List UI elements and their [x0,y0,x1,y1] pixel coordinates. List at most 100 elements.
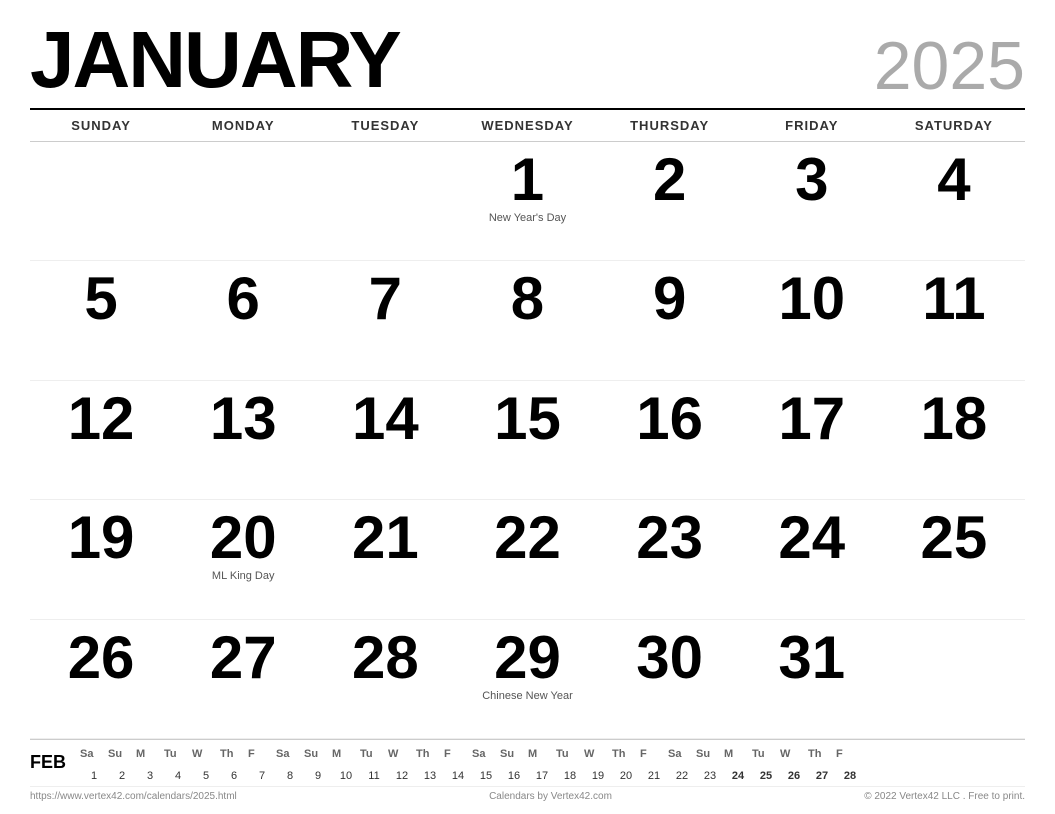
mini-date-cell: 5 [192,770,220,782]
holiday-label: ML King Day [212,570,275,583]
mini-header-cell: Th [612,748,640,760]
day-header-sunday: SUNDAY [30,114,172,137]
day-cell: 3 [741,142,883,260]
day-number: 19 [68,508,135,568]
day-number: 0 [227,150,260,210]
day-number: 25 [921,508,988,568]
day-cell: 19 [30,500,172,618]
mini-date-cell: 27 [808,770,836,782]
mini-header-cell: Sa [472,748,500,760]
holiday-label: Chinese New Year [482,690,573,703]
mini-date-cell: 21 [640,770,668,782]
week-row-2: 12131415161718 [30,381,1025,500]
mini-date-cell: 9 [304,770,332,782]
day-number: 16 [636,389,703,449]
day-cell: 18 [883,381,1025,499]
month-title: JANUARY [30,20,400,100]
day-number: 29 [494,628,561,688]
mini-date-cell: 11 [360,770,388,782]
day-cell: 24 [741,500,883,618]
day-number: 1 [511,150,544,210]
day-cell: 4 [883,142,1025,260]
day-headers: SUNDAYMONDAYTUESDAYWEDNESDAYTHURSDAYFRID… [30,108,1025,142]
day-cell: 15 [456,381,598,499]
day-number: 11 [922,269,985,329]
year-title: 2025 [874,32,1025,100]
mini-date-cell: 16 [500,770,528,782]
day-header-friday: FRIDAY [741,114,883,137]
mini-date-cell: 25 [752,770,780,782]
day-header-tuesday: TUESDAY [314,114,456,137]
footer: https://www.vertex42.com/calendars/2025.… [30,786,1025,804]
week-row-1: 567891011 [30,261,1025,380]
mini-header-cell: Tu [752,748,780,760]
mini-date-cell: 8 [276,770,304,782]
mini-date-cell: 13 [416,770,444,782]
day-cell: 0 [314,142,456,260]
day-number: 26 [68,628,135,688]
mini-header-cell: M [136,748,164,760]
day-number: 21 [352,508,419,568]
day-number: 8 [511,269,544,329]
calendar-container: JANUARY 2025 SUNDAYMONDAYTUESDAYWEDNESDA… [0,0,1055,814]
mini-calendar-section: FEB SaSuMTuWThFSaSuMTuWThFSaSuMTuWThFSaS… [30,739,1025,786]
day-header-wednesday: WEDNESDAY [456,114,598,137]
day-number: 20 [210,508,277,568]
mini-header-cell: Sa [276,748,304,760]
mini-header-cell: Su [500,748,528,760]
header: JANUARY 2025 [30,20,1025,100]
mini-header-cell: M [332,748,360,760]
footer-left: https://www.vertex42.com/calendars/2025.… [30,791,237,802]
day-number: 17 [778,389,845,449]
day-number: 28 [352,628,419,688]
day-number: 6 [227,269,260,329]
mini-date-cell: 1 [80,770,108,782]
day-cell: 14 [314,381,456,499]
mini-date-cell: 4 [164,770,192,782]
day-number: 2 [653,150,686,210]
mini-header-cell: W [584,748,612,760]
day-cell: 30 [599,620,741,738]
mini-date-cell: 15 [472,770,500,782]
mini-grid: SaSuMTuWThFSaSuMTuWThFSaSuMTuWThFSaSuMTu… [80,748,1025,782]
footer-center: Calendars by Vertex42.com [489,791,612,802]
mini-date-cell: 22 [668,770,696,782]
day-number: 12 [68,389,135,449]
mini-date-cell: 19 [584,770,612,782]
day-cell: 0 [883,620,1025,738]
day-cell: 5 [30,261,172,379]
mini-header-cell: W [780,748,808,760]
day-cell: 26 [30,620,172,738]
mini-date-cell: 18 [556,770,584,782]
day-cell: 20 ML King Day [172,500,314,618]
day-cell: 23 [599,500,741,618]
day-cell: 21 [314,500,456,618]
mini-date-cell: 26 [780,770,808,782]
day-cell: 2 [599,142,741,260]
mini-date-cell: 3 [136,770,164,782]
day-cell: 27 [172,620,314,738]
mini-headers-row: SaSuMTuWThFSaSuMTuWThFSaSuMTuWThFSaSuMTu… [80,748,1025,768]
day-number: 4 [937,150,970,210]
day-number: 23 [636,508,703,568]
day-number: 9 [653,269,686,329]
day-cell: 9 [599,261,741,379]
holiday-label: New Year's Day [489,212,566,225]
calendar-grid: SUNDAYMONDAYTUESDAYWEDNESDAYTHURSDAYFRID… [30,108,1025,739]
mini-header-cell: Su [304,748,332,760]
mini-header-cell: F [640,748,668,760]
mini-date-cell: 14 [444,770,472,782]
day-cell: 7 [314,261,456,379]
day-cell: 31 [741,620,883,738]
day-cell: 12 [30,381,172,499]
day-cell: 6 [172,261,314,379]
mini-header-cell: M [724,748,752,760]
day-number: 18 [921,389,988,449]
day-number: 31 [778,628,845,688]
mini-date-cell: 20 [612,770,640,782]
day-number: 14 [352,389,419,449]
mini-date-cell: 10 [332,770,360,782]
mini-date-cell: 7 [248,770,276,782]
mini-header-cell: F [444,748,472,760]
day-number: 7 [369,269,402,329]
